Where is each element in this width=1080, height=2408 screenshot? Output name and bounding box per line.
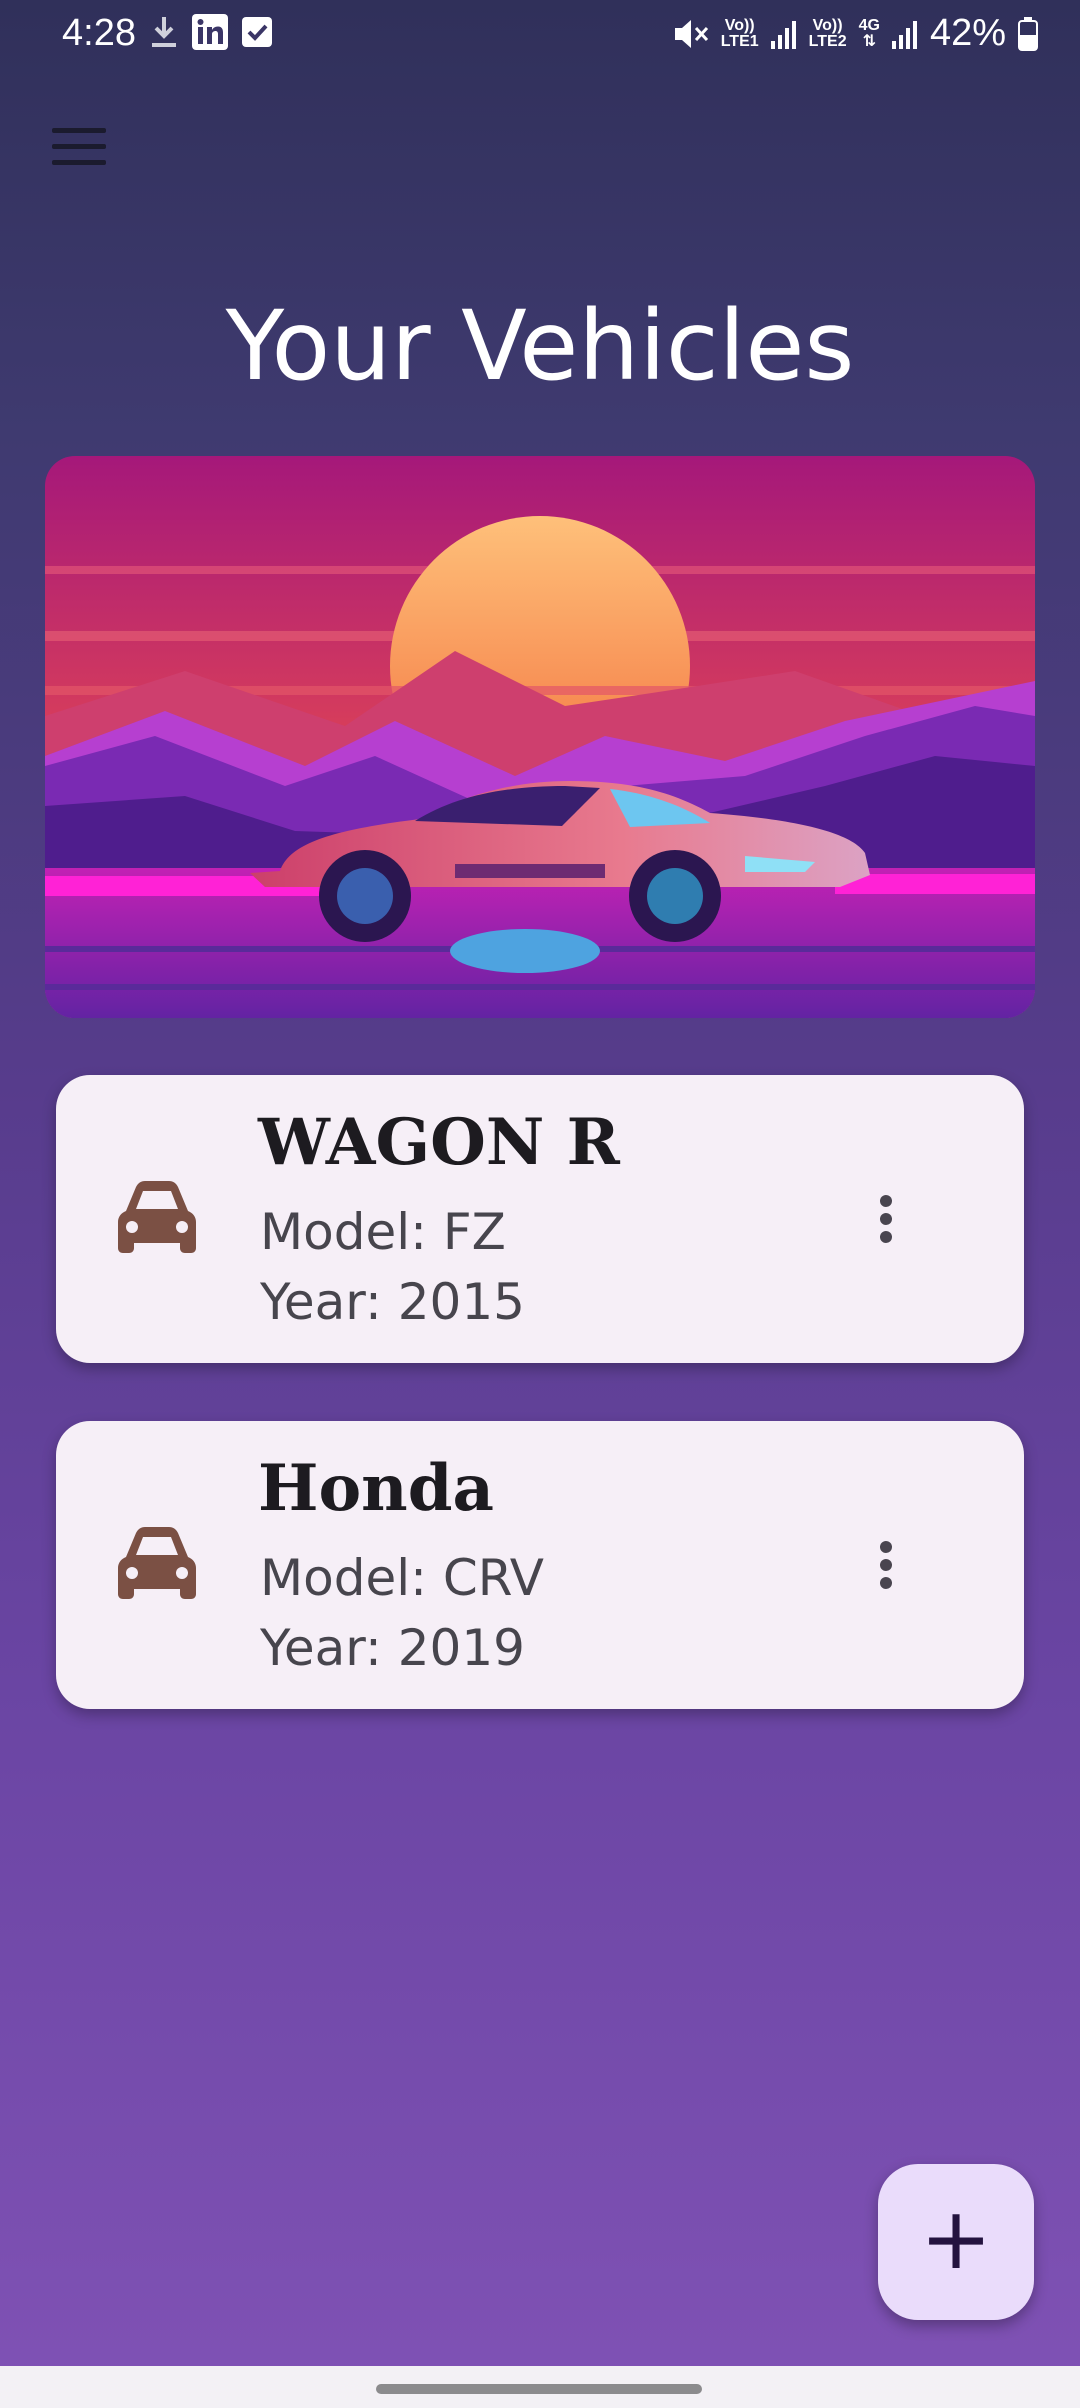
signal-icon — [891, 20, 917, 49]
page-title: Your Vehicles — [225, 290, 855, 402]
notification-icons — [150, 14, 272, 50]
gesture-nav-bar — [0, 2366, 1080, 2408]
status-time: 4:28 — [62, 12, 136, 54]
sim1-volte: Vo)) — [724, 16, 755, 34]
car-sunset-illustration — [45, 456, 1035, 1018]
car-icon — [118, 1527, 196, 1599]
more-vert-icon[interactable] — [874, 1539, 898, 1591]
menu-line — [52, 144, 106, 149]
vehicle-year: Year: 2019 — [260, 1619, 525, 1677]
vehicle-name: Honda — [258, 1451, 494, 1526]
vehicle-year: Year: 2015 — [260, 1273, 525, 1331]
vehicle-model: Model: CRV — [260, 1549, 544, 1607]
add-icon: + — [919, 2189, 993, 2289]
status-bar: 4:28 Vo)) LTE1 Vo)) LTE2 4G ⇅ 42% — [0, 0, 1080, 70]
menu-line — [52, 128, 106, 133]
menu-line — [52, 160, 106, 165]
sim1-label: LTE1 — [720, 32, 759, 50]
signal-icon — [770, 20, 796, 49]
network-label: 4G — [858, 16, 880, 34]
home-gesture-handle[interactable] — [376, 2384, 702, 2394]
checkbox-icon — [242, 17, 272, 47]
add-vehicle-button[interactable]: + — [878, 2164, 1034, 2320]
sim1-indicator: Vo)) LTE1 — [720, 16, 759, 50]
system-icons: Vo)) LTE1 Vo)) LTE2 4G ⇅ 42% — [673, 12, 1038, 55]
linkedin-icon — [192, 14, 228, 50]
download-icon — [152, 17, 176, 47]
mute-icon — [674, 19, 708, 48]
car-icon — [118, 1181, 196, 1253]
battery-icon — [1018, 16, 1038, 51]
vehicle-card-honda[interactable]: Honda Model: CRV Year: 2019 — [56, 1421, 1024, 1709]
hero-image — [45, 456, 1035, 1018]
more-vert-icon[interactable] — [874, 1193, 898, 1245]
sim2-volte: Vo)) — [812, 16, 843, 34]
vehicle-model: Model: FZ — [260, 1203, 506, 1261]
vehicle-card-wagon-r[interactable]: WAGON R Model: FZ Year: 2015 — [56, 1075, 1024, 1363]
data-arrows-icon: ⇅ — [862, 32, 876, 50]
sim2-indicator: Vo)) LTE2 — [808, 16, 847, 50]
vehicle-name: WAGON R — [258, 1105, 620, 1180]
hamburger-menu-icon[interactable] — [52, 128, 106, 168]
sim2-label: LTE2 — [808, 32, 847, 50]
battery-percent: 42% — [929, 12, 1006, 54]
network-type: 4G ⇅ — [858, 16, 880, 50]
